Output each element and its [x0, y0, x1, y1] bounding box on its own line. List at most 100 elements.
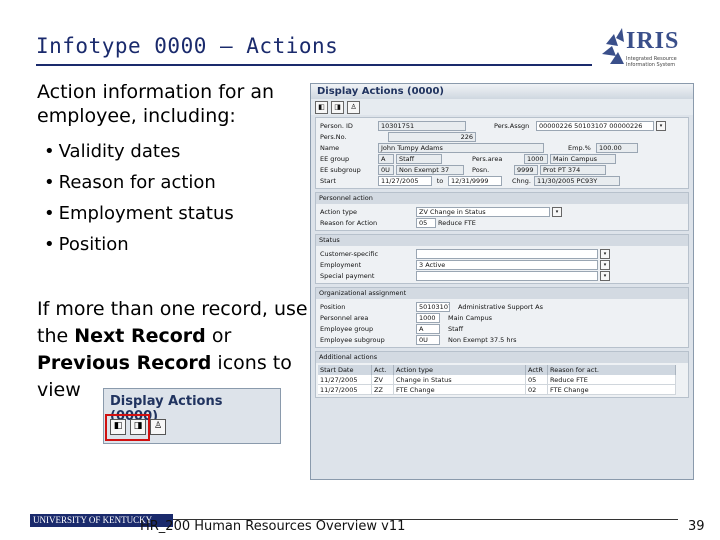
dropdown-icon[interactable]: ▾ [656, 120, 666, 131]
pers-area-code: 1000 [524, 153, 548, 164]
table-cell: 05 [526, 375, 548, 385]
sap-toolbar: ◧ ◨ ♙ [311, 99, 693, 115]
personnel-area-field[interactable]: 1000 [416, 312, 440, 323]
chng-label: Chng. [512, 176, 531, 185]
employment-label: Employment [320, 260, 362, 269]
intro-text: Action information for an employee, incl… [37, 81, 275, 127]
pers-no-label: Pers.No. [320, 132, 347, 141]
employee-subgroup-label: Employee subgroup [320, 335, 385, 344]
person-id-label: Person. ID [320, 121, 353, 130]
employee-group-text: Staff [448, 324, 464, 333]
status-group: Status Customer-specific ▾ Employment 3 … [315, 234, 689, 284]
posn-code: 9999 [514, 164, 538, 175]
bullet-item: Position [44, 233, 234, 264]
ee-group-text: Staff [396, 153, 442, 164]
ee-subgroup-code: 0U [378, 164, 394, 175]
posn-text: Prot PT 374 [540, 164, 606, 175]
table-cell: FTE Change [548, 385, 676, 395]
org-assignment-group: Organizational assignment Position 50103… [315, 287, 689, 348]
column-header[interactable]: ActR [526, 365, 548, 375]
reason-label: Reason for Action [320, 218, 378, 227]
start-date-field[interactable]: 11/27/2005 [378, 175, 432, 186]
next-record-icon[interactable]: ◨ [331, 101, 344, 114]
pers-assgn-label: Pers.Assgn [494, 121, 530, 130]
pers-area-label: Pers.area [472, 154, 503, 163]
table-cell: Change in Status [394, 375, 526, 385]
org-assignment-title: Organizational assignment [316, 288, 688, 299]
dropdown-icon[interactable]: ▾ [600, 248, 610, 259]
position-label: Position [320, 302, 346, 311]
person-id-field: 10301751 [378, 120, 466, 131]
action-type-field[interactable]: ZV Change in Status [416, 206, 550, 217]
dropdown-icon[interactable]: ▾ [552, 206, 562, 217]
special-payment-label: Special payment [320, 271, 375, 280]
employee-group-field[interactable]: A [416, 323, 440, 334]
table-cell: Reduce FTE [548, 375, 676, 385]
ee-subgroup-text: Non Exempt 37 [396, 164, 464, 175]
status-title: Status [316, 235, 688, 246]
table-cell: FTE Change [394, 385, 526, 395]
para-or: or [205, 325, 232, 347]
to-label: to [436, 176, 444, 185]
column-header[interactable]: Action type [394, 365, 526, 375]
personnel-area-text: Main Campus [448, 313, 493, 322]
position-field[interactable]: 50103107 [416, 301, 450, 312]
slide-title: Infotype 0000 – Actions [36, 34, 339, 58]
ee-subgroup-label: EE subgroup [320, 165, 361, 174]
empl-pct-field: 100.00 [596, 142, 638, 153]
footer-course-title: HR_200 Human Resources Overview v11 [140, 519, 406, 534]
table-cell: 02 [526, 385, 548, 395]
previous-record-term: Previous Record [37, 352, 212, 374]
next-record-term: Next Record [74, 325, 206, 347]
start-label: Start [320, 176, 336, 185]
pers-no-field: 226 [388, 131, 476, 142]
position-text: Administrative Support As [458, 302, 543, 311]
reason-code-field[interactable]: 05 [416, 217, 436, 228]
column-header[interactable]: Start Date [318, 365, 372, 375]
employee-group-label: Employee group [320, 324, 374, 333]
highlight-box [105, 414, 150, 441]
bullet-item: Validity dates [44, 140, 234, 171]
bullet-item: Employment status [44, 202, 234, 233]
sap-display-actions-screen: Display Actions (0000) ◧ ◨ ♙ Person. ID … [310, 83, 694, 480]
pers-assgn-field[interactable]: 00000226 50103107 00000226 [536, 120, 654, 131]
action-type-label: Action type [320, 207, 357, 216]
dropdown-icon[interactable]: ▾ [600, 270, 610, 281]
special-payment-field[interactable] [416, 270, 598, 281]
bullet-item: Reason for action [44, 171, 234, 202]
employment-field[interactable]: 3 Active [416, 259, 598, 270]
table-row[interactable]: 11/27/2005 ZV Change in Status 05 Reduce… [318, 375, 686, 385]
posn-label: Posn. [472, 165, 490, 174]
table-header: Start Date Act. Action type ActR Reason … [318, 365, 686, 375]
table-cell: ZZ [372, 385, 394, 395]
logo-subtitle: Integrated Resource Information System [626, 56, 677, 68]
table-cell: 11/27/2005 [318, 375, 372, 385]
additional-actions-title: Additional actions [316, 352, 688, 363]
page-number: 39 [688, 519, 705, 534]
personnel-action-group: Personnel action Action type ZV Change i… [315, 192, 689, 231]
employee-subgroup-field[interactable]: 0U [416, 334, 440, 345]
name-field: John Tumpy Adams [378, 142, 544, 153]
personnel-area-label: Personnel area [320, 313, 369, 322]
empl-pct-label: Emp.% [568, 143, 591, 152]
column-header[interactable]: Reason for act. [548, 365, 676, 375]
chng-field: 11/30/2005 PC93Y [534, 175, 620, 186]
name-label: Name [320, 143, 340, 152]
overview-icon[interactable]: ♙ [150, 419, 166, 435]
logo-text: IRIS [626, 28, 680, 54]
end-date-field[interactable]: 12/31/9999 [448, 175, 502, 186]
table-row[interactable]: 11/27/2005 ZZ FTE Change 02 FTE Change [318, 385, 686, 395]
employee-subgroup-text: Non Exempt 37.5 hrs [448, 335, 517, 344]
additional-actions-group: Additional actions Start Date Act. Actio… [315, 351, 689, 398]
overview-icon[interactable]: ♙ [347, 101, 360, 114]
reason-text: Reduce FTE [438, 218, 476, 227]
bullet-list: Validity dates Reason for action Employm… [44, 140, 234, 264]
column-header[interactable]: Act. [372, 365, 394, 375]
pers-area-text: Main Campus [550, 153, 616, 164]
dropdown-icon[interactable]: ▾ [600, 259, 610, 270]
previous-record-icon[interactable]: ◧ [315, 101, 328, 114]
sap-header-block: Person. ID 10301751 Pers.Assgn 00000226 … [315, 117, 689, 189]
personnel-action-title: Personnel action [316, 193, 688, 204]
customer-specific-field[interactable] [416, 248, 598, 259]
customer-specific-label: Customer-specific [320, 249, 379, 258]
